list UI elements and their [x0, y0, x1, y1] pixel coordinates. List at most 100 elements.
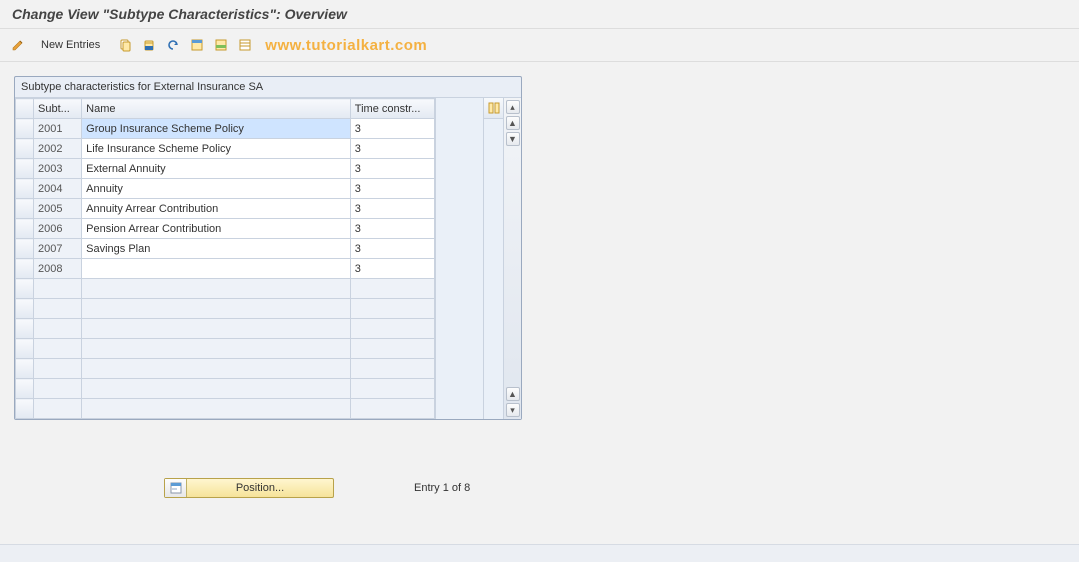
cell-time[interactable] — [350, 379, 434, 399]
cell-name[interactable] — [82, 399, 351, 419]
table-row[interactable]: 2004Annuity3 — [16, 179, 435, 199]
row-selector[interactable] — [16, 399, 34, 419]
table-row[interactable] — [16, 299, 435, 319]
table-row[interactable]: 2007Savings Plan3 — [16, 239, 435, 259]
table-row[interactable]: 2001Group Insurance Scheme Policy3 — [16, 119, 435, 139]
row-selector[interactable] — [16, 259, 34, 279]
row-selector[interactable] — [16, 239, 34, 259]
deselect-all-icon[interactable] — [235, 35, 255, 55]
row-selector[interactable] — [16, 159, 34, 179]
table-row[interactable]: 2005Annuity Arrear Contribution3 — [16, 199, 435, 219]
cell-time[interactable] — [350, 299, 434, 319]
cell-time[interactable] — [350, 399, 434, 419]
cell-name[interactable]: External Annuity — [82, 159, 351, 179]
cell-subtype[interactable]: 2002 — [34, 139, 82, 159]
scroll-up-icon[interactable]: ▲ — [506, 116, 520, 130]
table-row[interactable] — [16, 399, 435, 419]
cell-subtype[interactable] — [34, 379, 82, 399]
cell-subtype[interactable] — [34, 319, 82, 339]
cell-subtype[interactable]: 2006 — [34, 219, 82, 239]
position-label: Position... — [187, 482, 333, 494]
cell-subtype[interactable] — [34, 359, 82, 379]
cell-name[interactable]: Life Insurance Scheme Policy — [82, 139, 351, 159]
table-row[interactable] — [16, 379, 435, 399]
cell-subtype[interactable]: 2003 — [34, 159, 82, 179]
row-selector[interactable] — [16, 339, 34, 359]
cell-time[interactable]: 3 — [350, 139, 434, 159]
row-selector[interactable] — [16, 279, 34, 299]
toolbar: New Entries www.tutorialkart.com — [0, 31, 1079, 59]
new-entries-button[interactable]: New Entries — [32, 35, 109, 55]
table-row[interactable] — [16, 359, 435, 379]
table-row[interactable] — [16, 279, 435, 299]
cell-subtype[interactable]: 2008 — [34, 259, 82, 279]
row-selector[interactable] — [16, 119, 34, 139]
select-block-icon[interactable] — [211, 35, 231, 55]
cell-name[interactable] — [82, 279, 351, 299]
cell-time[interactable]: 3 — [350, 239, 434, 259]
cell-name[interactable]: Savings Plan — [82, 239, 351, 259]
cell-name[interactable] — [82, 359, 351, 379]
scroll-down-icon[interactable]: ▼ — [506, 132, 520, 146]
watermark-text: www.tutorialkart.com — [265, 37, 427, 54]
cell-subtype[interactable] — [34, 339, 82, 359]
configure-columns-icon[interactable] — [484, 98, 503, 119]
row-selector[interactable] — [16, 179, 34, 199]
cell-time[interactable]: 3 — [350, 159, 434, 179]
cell-time[interactable]: 3 — [350, 119, 434, 139]
cell-subtype[interactable]: 2001 — [34, 119, 82, 139]
undo-icon[interactable] — [163, 35, 183, 55]
table-row[interactable]: 2002Life Insurance Scheme Policy3 — [16, 139, 435, 159]
select-all-icon[interactable] — [187, 35, 207, 55]
table-heading: Subtype characteristics for External Ins… — [15, 77, 521, 98]
vertical-scrollbar[interactable]: ▴ ▲ ▼ ▲ ▾ — [503, 98, 521, 419]
cell-subtype[interactable] — [34, 399, 82, 419]
cell-time[interactable] — [350, 279, 434, 299]
cell-subtype[interactable]: 2004 — [34, 179, 82, 199]
config-column — [483, 98, 503, 419]
cell-time[interactable] — [350, 339, 434, 359]
select-all-header[interactable] — [16, 99, 34, 119]
cell-time[interactable] — [350, 359, 434, 379]
table-row[interactable]: 2008 3 — [16, 259, 435, 279]
scroll-up2-icon[interactable]: ▲ — [506, 387, 520, 401]
cell-name[interactable] — [82, 259, 351, 279]
cell-subtype[interactable]: 2005 — [34, 199, 82, 219]
table-row[interactable]: 2003External Annuity3 — [16, 159, 435, 179]
row-selector[interactable] — [16, 199, 34, 219]
cell-time[interactable]: 3 — [350, 219, 434, 239]
cell-name[interactable] — [82, 319, 351, 339]
cell-subtype[interactable] — [34, 299, 82, 319]
col-subtype[interactable]: Subt... — [34, 99, 82, 119]
row-selector[interactable] — [16, 219, 34, 239]
cell-time[interactable] — [350, 319, 434, 339]
position-button[interactable]: Position... — [164, 478, 334, 498]
cell-name[interactable]: Pension Arrear Contribution — [82, 219, 351, 239]
row-selector[interactable] — [16, 319, 34, 339]
scroll-top-icon[interactable]: ▴ — [506, 100, 520, 114]
cell-name[interactable]: Group Insurance Scheme Policy — [82, 119, 351, 139]
cell-name[interactable]: Annuity — [82, 179, 351, 199]
row-selector[interactable] — [16, 139, 34, 159]
cell-time[interactable]: 3 — [350, 199, 434, 219]
cell-name[interactable] — [82, 379, 351, 399]
table-row[interactable] — [16, 319, 435, 339]
cell-subtype[interactable]: 2007 — [34, 239, 82, 259]
cell-subtype[interactable] — [34, 279, 82, 299]
cell-name[interactable] — [82, 299, 351, 319]
row-selector[interactable] — [16, 359, 34, 379]
cell-name[interactable] — [82, 339, 351, 359]
copy-icon[interactable] — [115, 35, 135, 55]
delete-icon[interactable] — [139, 35, 159, 55]
col-time-constraint[interactable]: Time constr... — [350, 99, 434, 119]
toggle-change-icon[interactable] — [8, 35, 28, 55]
cell-time[interactable]: 3 — [350, 259, 434, 279]
row-selector[interactable] — [16, 299, 34, 319]
scroll-bottom-icon[interactable]: ▾ — [506, 403, 520, 417]
table-row[interactable]: 2006Pension Arrear Contribution3 — [16, 219, 435, 239]
cell-name[interactable]: Annuity Arrear Contribution — [82, 199, 351, 219]
table-row[interactable] — [16, 339, 435, 359]
cell-time[interactable]: 3 — [350, 179, 434, 199]
row-selector[interactable] — [16, 379, 34, 399]
col-name[interactable]: Name — [82, 99, 351, 119]
